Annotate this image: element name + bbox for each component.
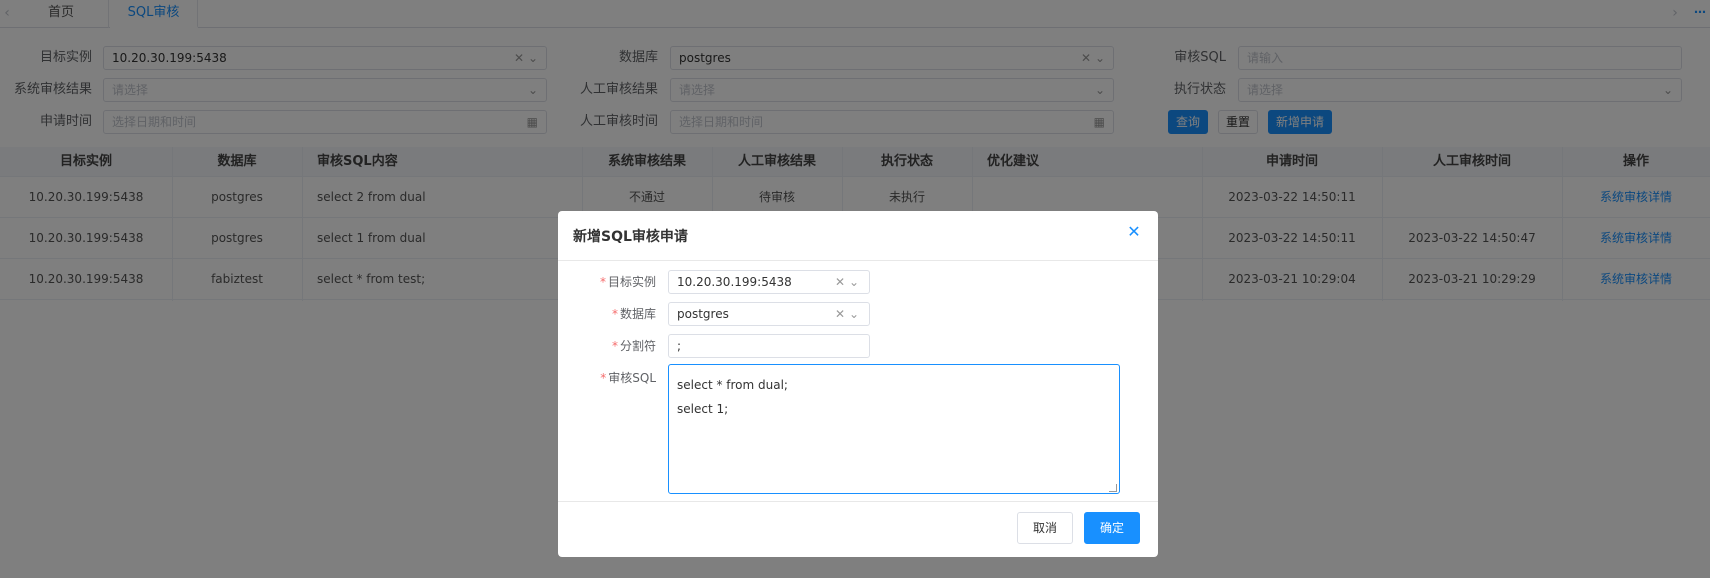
chevron-down-icon: ⌄ xyxy=(848,275,859,289)
required-mark: * xyxy=(611,339,618,353)
db-label-text: 数据库 xyxy=(619,307,656,321)
audit-sql-textarea[interactable]: select * from dual; select 1; xyxy=(668,364,1120,494)
new-sql-audit-dialog: 新增SQL审核申请 ✕ * 目标实例 10.20.30.199:5438 ✕ ⌄ … xyxy=(558,211,1158,557)
required-mark: * xyxy=(611,307,618,321)
dialog-target-instance-select[interactable]: 10.20.30.199:5438 ✕ ⌄ xyxy=(668,270,870,294)
clear-icon[interactable]: ✕ xyxy=(835,275,845,289)
dialog-footer-divider xyxy=(558,501,1158,502)
sql-line: select * from dual; xyxy=(677,378,788,392)
sql-line: select 1; xyxy=(677,402,729,416)
close-icon[interactable]: ✕ xyxy=(1124,222,1144,242)
target-instance-field-label: * 目标实例 xyxy=(558,270,656,294)
cancel-button[interactable]: 取消 xyxy=(1017,512,1073,544)
required-mark: * xyxy=(600,371,607,385)
separator-input[interactable]: ; xyxy=(668,334,870,358)
confirm-button[interactable]: 确定 xyxy=(1084,512,1140,544)
dialog-title: 新增SQL审核申请 xyxy=(573,229,688,245)
chevron-down-icon: ⌄ xyxy=(848,307,859,321)
target-label-text: 目标实例 xyxy=(607,275,656,289)
required-mark: * xyxy=(599,275,606,289)
dialog-divider xyxy=(558,260,1158,261)
audit-sql-field-label: * 审核SQL xyxy=(558,366,656,390)
separator-field-label: * 分割符 xyxy=(558,334,656,358)
database-field-label: * 数据库 xyxy=(558,302,656,326)
clear-icon[interactable]: ✕ xyxy=(835,307,845,321)
resize-handle-icon[interactable] xyxy=(1109,484,1117,492)
dialog-db-value: postgres xyxy=(677,307,729,321)
dialog-database-select[interactable]: postgres ✕ ⌄ xyxy=(668,302,870,326)
sep-label-text: 分割符 xyxy=(619,339,656,353)
dialog-target-value: 10.20.30.199:5438 xyxy=(677,275,792,289)
sql-label-text: 审核SQL xyxy=(608,371,656,385)
